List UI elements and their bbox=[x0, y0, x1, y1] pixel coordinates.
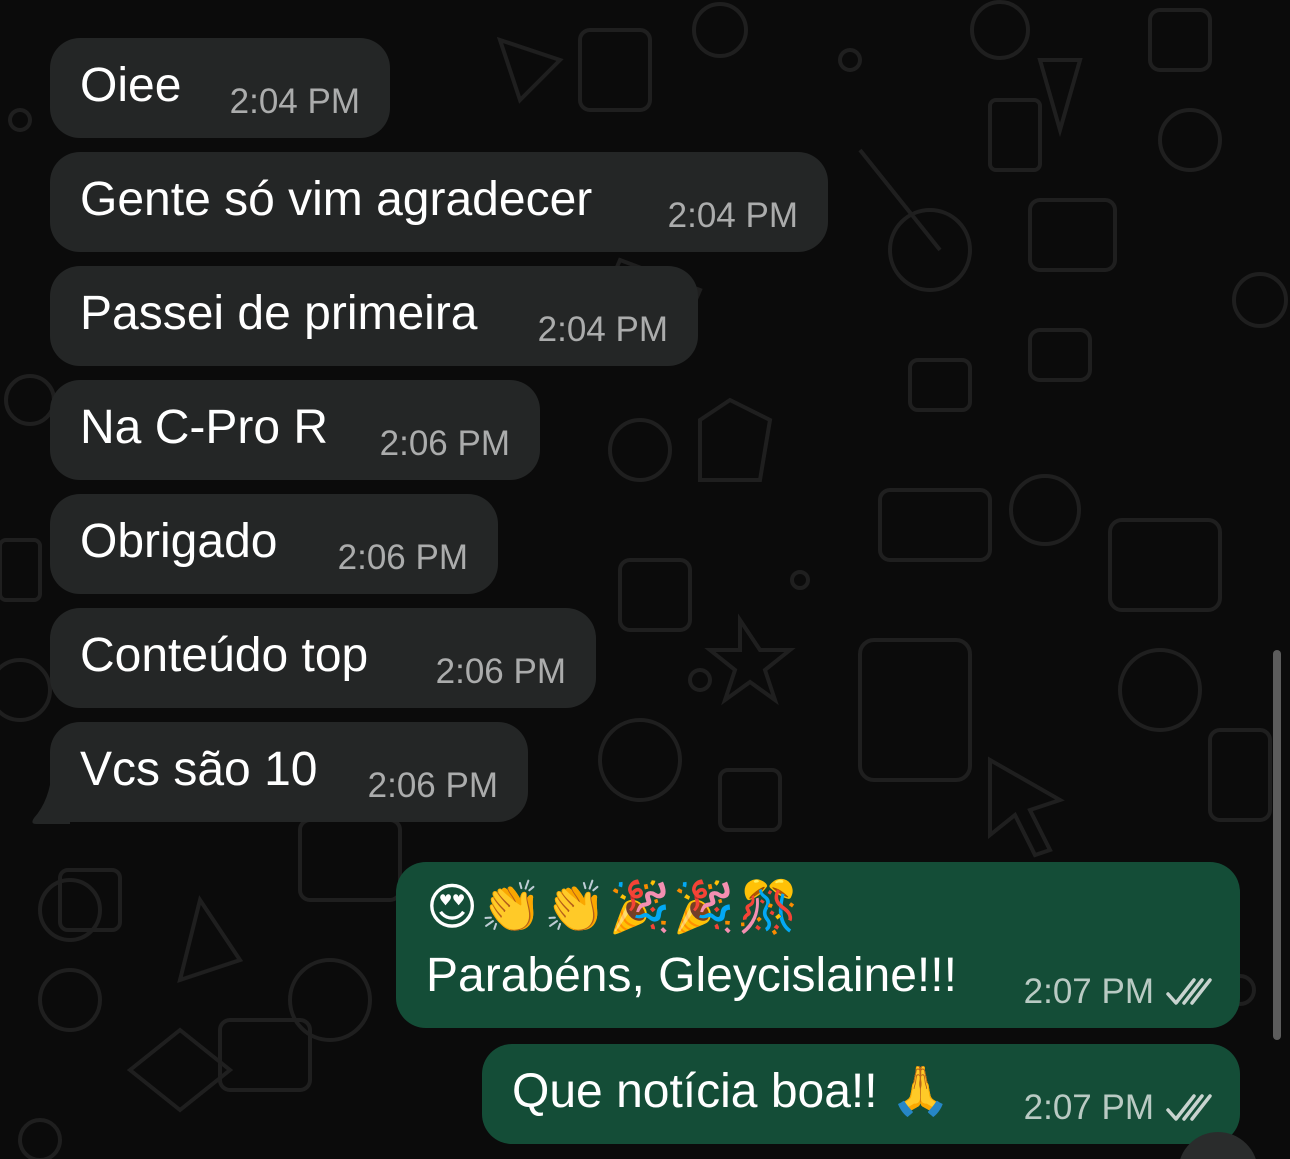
message-text: Obrigado bbox=[80, 515, 278, 568]
incoming-message[interactable]: Conteúdo top 2:06 PM bbox=[50, 608, 596, 708]
message-text: Passei de primeira bbox=[80, 287, 478, 340]
message-text: Vcs são 10 bbox=[80, 743, 318, 796]
message-timestamp: 2:06 PM bbox=[367, 766, 498, 805]
message-text: Que notícia boa!! 🙏 bbox=[512, 1065, 951, 1118]
incoming-message[interactable]: Passei de primeira 2:04 PM bbox=[50, 266, 698, 366]
message-text: Oiee bbox=[80, 59, 182, 112]
message-timestamp: 2:06 PM bbox=[337, 538, 468, 577]
message-timestamp: 2:04 PM bbox=[229, 82, 360, 121]
message-text: Parabéns, Gleycislaine!!! bbox=[426, 949, 957, 1002]
message-text: Na C-Pro R bbox=[80, 401, 329, 454]
incoming-message[interactable]: Gente só vim agradecer 2:04 PM bbox=[50, 152, 828, 252]
message-emojis: 😍👏👏🎉🎉🎊 bbox=[426, 879, 802, 935]
incoming-message[interactable]: Vcs são 10 2:06 PM bbox=[50, 722, 528, 822]
read-double-check-icon bbox=[1166, 978, 1212, 1005]
chat-scrollbar[interactable] bbox=[1273, 650, 1281, 1040]
message-text: Conteúdo top bbox=[80, 629, 369, 682]
incoming-message[interactable]: Obrigado 2:06 PM bbox=[50, 494, 498, 594]
message-timestamp: 2:06 PM bbox=[435, 652, 566, 691]
outgoing-message[interactable]: 😍👏👏🎉🎉🎊 Parabéns, Gleycislaine!!! 2:07 PM bbox=[396, 862, 1240, 1028]
incoming-message[interactable]: Na C-Pro R 2:06 PM bbox=[50, 380, 540, 480]
message-timestamp: 2:06 PM bbox=[379, 424, 510, 463]
message-timestamp: 2:04 PM bbox=[537, 310, 668, 349]
outgoing-message[interactable]: Que notícia boa!! 🙏 2:07 PM bbox=[482, 1044, 1240, 1144]
message-text: Gente só vim agradecer bbox=[80, 173, 593, 226]
read-double-check-icon bbox=[1166, 1094, 1212, 1121]
incoming-message[interactable]: Oiee 2:04 PM bbox=[50, 38, 390, 138]
message-meta: 2:07 PM bbox=[1024, 972, 1212, 1012]
message-timestamp: 2:07 PM bbox=[1023, 972, 1154, 1011]
message-meta: 2:07 PM bbox=[1024, 1088, 1212, 1128]
message-timestamp: 2:04 PM bbox=[667, 196, 798, 235]
message-timestamp: 2:07 PM bbox=[1023, 1088, 1154, 1127]
